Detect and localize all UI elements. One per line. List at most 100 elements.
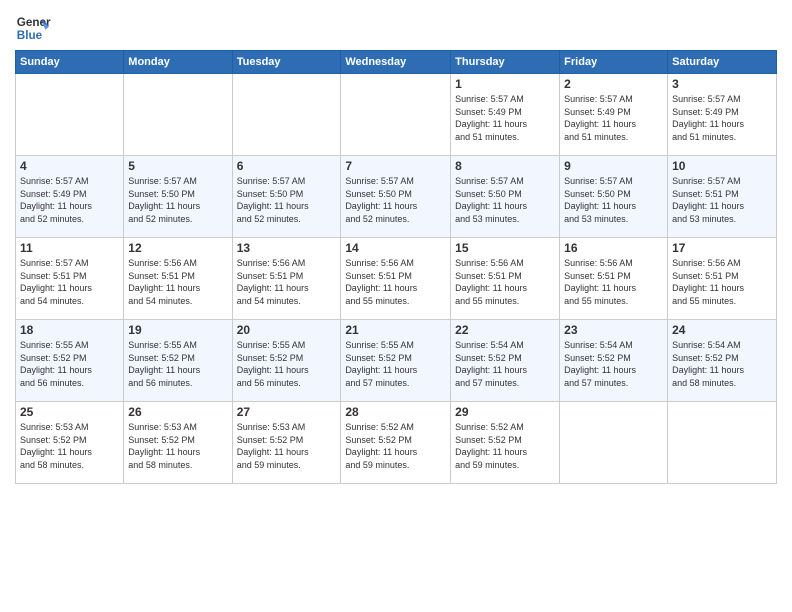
day-number: 4 — [20, 159, 119, 173]
week-row-1: 1 Sunrise: 5:57 AM Sunset: 5:49 PM Daylig… — [16, 74, 777, 156]
day-number: 10 — [672, 159, 772, 173]
logo-icon: General Blue — [15, 10, 51, 46]
day-info: Sunrise: 5:57 AM Sunset: 5:49 PM Dayligh… — [20, 175, 119, 225]
day-info: Sunrise: 5:56 AM Sunset: 5:51 PM Dayligh… — [128, 257, 227, 307]
day-cell: 19Sunrise: 5:55 AM Sunset: 5:52 PM Dayli… — [124, 320, 232, 402]
day-cell: 11 Sunrise: 5:57 AM Sunset: 5:51 PM Dayli… — [16, 238, 124, 320]
day-number: 12 — [128, 241, 227, 255]
day-cell: 13 Sunrise: 5:56 AM Sunset: 5:51 PM Dayli… — [232, 238, 341, 320]
day-number: 18 — [20, 323, 119, 337]
day-info: Sunrise: 5:53 AM Sunset: 5:52 PM Dayligh… — [237, 421, 337, 471]
day-info: Sunrise: 5:57 AM Sunset: 5:50 PM Dayligh… — [237, 175, 337, 225]
day-cell — [232, 74, 341, 156]
day-cell: 22 Sunrise: 5:54 AM Sunset: 5:52 PM Dayli… — [451, 320, 560, 402]
day-cell: 23 Sunrise: 5:54 AM Sunset: 5:52 PM Dayli… — [560, 320, 668, 402]
day-cell: 18 Sunrise: 5:55 AM Sunset: 5:52 PM Dayli… — [16, 320, 124, 402]
day-cell: 15 Sunrise: 5:56 AM Sunset: 5:51 PM Dayli… — [451, 238, 560, 320]
day-cell — [124, 74, 232, 156]
day-info: Sunrise: 5:55 AM Sunset: 5:52 PM Dayligh… — [237, 339, 337, 389]
day-info: Sunrise: 5:52 AM Sunset: 5:52 PM Dayligh… — [345, 421, 446, 471]
day-info: Sunrise: 5:56 AM Sunset: 5:51 PM Dayligh… — [672, 257, 772, 307]
logo: General Blue — [15, 10, 51, 46]
column-header-thursday: Thursday — [451, 51, 560, 74]
day-number: 26 — [128, 405, 227, 419]
day-number: 19 — [128, 323, 227, 337]
day-number: 17 — [672, 241, 772, 255]
day-cell — [560, 402, 668, 484]
day-cell: 17 Sunrise: 5:56 AM Sunset: 5:51 PM Dayli… — [668, 238, 777, 320]
day-number: 5 — [128, 159, 227, 173]
day-info: Sunrise: 5:57 AM Sunset: 5:51 PM Dayligh… — [672, 175, 772, 225]
day-cell: 24 Sunrise: 5:54 AM Sunset: 5:52 PM Dayli… — [668, 320, 777, 402]
day-info: Sunrise: 5:55 AM Sunset: 5:52 PM Dayligh… — [345, 339, 446, 389]
week-row-4: 18 Sunrise: 5:55 AM Sunset: 5:52 PM Dayli… — [16, 320, 777, 402]
day-info: Sunrise: 5:54 AM Sunset: 5:52 PM Dayligh… — [564, 339, 663, 389]
day-number: 27 — [237, 405, 337, 419]
day-cell: 29 Sunrise: 5:52 AM Sunset: 5:52 PM Dayli… — [451, 402, 560, 484]
week-row-3: 11 Sunrise: 5:57 AM Sunset: 5:51 PM Dayli… — [16, 238, 777, 320]
column-header-friday: Friday — [560, 51, 668, 74]
day-cell: 28 Sunrise: 5:52 AM Sunset: 5:52 PM Dayli… — [341, 402, 451, 484]
day-number: 20 — [237, 323, 337, 337]
day-number: 2 — [564, 77, 663, 91]
day-info: Sunrise: 5:53 AM Sunset: 5:52 PM Dayligh… — [20, 421, 119, 471]
day-cell: 16Sunrise: 5:56 AM Sunset: 5:51 PM Dayli… — [560, 238, 668, 320]
day-cell: 7 Sunrise: 5:57 AM Sunset: 5:50 PM Daylig… — [341, 156, 451, 238]
day-cell: 3 Sunrise: 5:57 AM Sunset: 5:49 PM Daylig… — [668, 74, 777, 156]
day-number: 1 — [455, 77, 555, 91]
day-cell — [16, 74, 124, 156]
day-cell: 12 Sunrise: 5:56 AM Sunset: 5:51 PM Dayli… — [124, 238, 232, 320]
day-number: 16 — [564, 241, 663, 255]
day-cell: 4 Sunrise: 5:57 AM Sunset: 5:49 PM Daylig… — [16, 156, 124, 238]
day-number: 13 — [237, 241, 337, 255]
day-number: 9 — [564, 159, 663, 173]
day-number: 8 — [455, 159, 555, 173]
day-info: Sunrise: 5:56 AM Sunset: 5:51 PM Dayligh… — [237, 257, 337, 307]
day-number: 28 — [345, 405, 446, 419]
day-info: Sunrise: 5:57 AM Sunset: 5:51 PM Dayligh… — [20, 257, 119, 307]
day-number: 11 — [20, 241, 119, 255]
day-cell: 8 Sunrise: 5:57 AM Sunset: 5:50 PM Daylig… — [451, 156, 560, 238]
day-number: 22 — [455, 323, 555, 337]
day-info: Sunrise: 5:57 AM Sunset: 5:49 PM Dayligh… — [455, 93, 555, 143]
day-number: 6 — [237, 159, 337, 173]
calendar-table: SundayMondayTuesdayWednesdayThursdayFrid… — [15, 50, 777, 484]
day-number: 7 — [345, 159, 446, 173]
day-info: Sunrise: 5:54 AM Sunset: 5:52 PM Dayligh… — [455, 339, 555, 389]
day-info: Sunrise: 5:56 AM Sunset: 5:51 PM Dayligh… — [455, 257, 555, 307]
column-header-tuesday: Tuesday — [232, 51, 341, 74]
day-cell: 10 Sunrise: 5:57 AM Sunset: 5:51 PM Dayli… — [668, 156, 777, 238]
day-number: 24 — [672, 323, 772, 337]
day-number: 3 — [672, 77, 772, 91]
column-header-saturday: Saturday — [668, 51, 777, 74]
day-info: Sunrise: 5:56 AM Sunset: 5:51 PM Dayligh… — [345, 257, 446, 307]
day-cell: 25 Sunrise: 5:53 AM Sunset: 5:52 PM Dayli… — [16, 402, 124, 484]
day-info: Sunrise: 5:55 AM Sunset: 5:52 PM Dayligh… — [20, 339, 119, 389]
day-info: Sunrise: 5:54 AM Sunset: 5:52 PM Dayligh… — [672, 339, 772, 389]
day-number: 21 — [345, 323, 446, 337]
day-info: Sunrise: 5:57 AM Sunset: 5:50 PM Dayligh… — [128, 175, 227, 225]
column-header-sunday: Sunday — [16, 51, 124, 74]
day-cell: 21 Sunrise: 5:55 AM Sunset: 5:52 PM Dayli… — [341, 320, 451, 402]
header-row: SundayMondayTuesdayWednesdayThursdayFrid… — [16, 51, 777, 74]
day-number: 14 — [345, 241, 446, 255]
day-info: Sunrise: 5:57 AM Sunset: 5:50 PM Dayligh… — [345, 175, 446, 225]
page: General Blue SundayMondayTuesdayWednesda… — [0, 0, 792, 494]
day-number: 25 — [20, 405, 119, 419]
day-cell: 5 Sunrise: 5:57 AM Sunset: 5:50 PM Daylig… — [124, 156, 232, 238]
day-number: 15 — [455, 241, 555, 255]
day-cell: 14 Sunrise: 5:56 AM Sunset: 5:51 PM Dayli… — [341, 238, 451, 320]
day-info: Sunrise: 5:57 AM Sunset: 5:50 PM Dayligh… — [455, 175, 555, 225]
day-number: 23 — [564, 323, 663, 337]
header: General Blue — [15, 10, 777, 46]
day-cell: 2Sunrise: 5:57 AM Sunset: 5:49 PM Daylig… — [560, 74, 668, 156]
day-info: Sunrise: 5:52 AM Sunset: 5:52 PM Dayligh… — [455, 421, 555, 471]
day-cell: 27 Sunrise: 5:53 AM Sunset: 5:52 PM Dayli… — [232, 402, 341, 484]
day-cell: 1 Sunrise: 5:57 AM Sunset: 5:49 PM Daylig… — [451, 74, 560, 156]
day-info: Sunrise: 5:57 AM Sunset: 5:49 PM Dayligh… — [672, 93, 772, 143]
week-row-5: 25 Sunrise: 5:53 AM Sunset: 5:52 PM Dayli… — [16, 402, 777, 484]
column-header-wednesday: Wednesday — [341, 51, 451, 74]
day-number: 29 — [455, 405, 555, 419]
day-cell: 6 Sunrise: 5:57 AM Sunset: 5:50 PM Daylig… — [232, 156, 341, 238]
day-cell: 9Sunrise: 5:57 AM Sunset: 5:50 PM Daylig… — [560, 156, 668, 238]
